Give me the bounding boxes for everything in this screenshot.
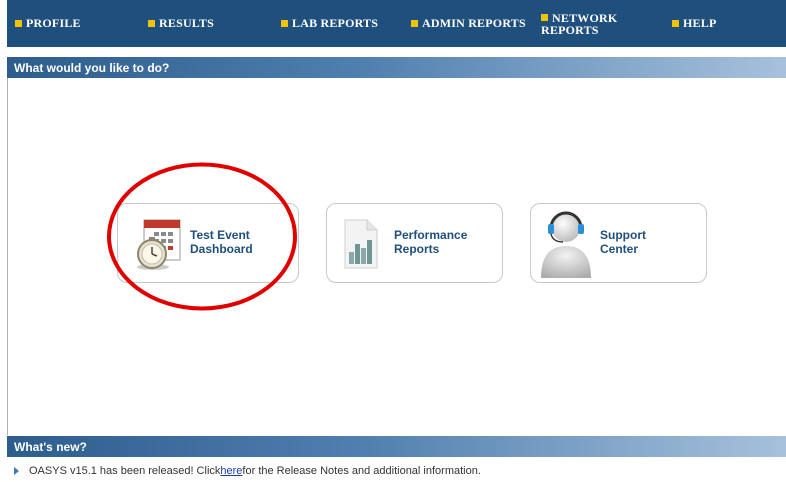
nav-lab-reports[interactable]: LAB REPORTS	[281, 0, 378, 47]
bullet-icon	[672, 20, 679, 27]
nav-profile-label: PROFILE	[26, 16, 81, 30]
nav-help-label: HELP	[683, 16, 717, 30]
performance-reports-label: Performance Reports	[394, 228, 468, 256]
bullet-icon	[411, 20, 418, 27]
nav-results-label: RESULTS	[159, 16, 214, 30]
highlight-annotation-ellipse	[107, 162, 297, 311]
bar-chart-document-icon	[344, 219, 378, 269]
nav-profile[interactable]: PROFILE	[15, 0, 81, 47]
support-center-label: Support Center	[600, 228, 646, 256]
bullet-icon	[15, 20, 22, 27]
news-item: OASYS v15.1 has been released! Click her…	[14, 462, 481, 480]
nav-help[interactable]: HELP	[672, 0, 716, 47]
nav-results[interactable]: RESULTS	[148, 0, 214, 47]
headset-user-icon	[541, 211, 591, 278]
nav-admin-reports-label: ADMIN REPORTS	[422, 16, 526, 30]
section-title-whats-new: What's new?	[14, 439, 87, 454]
support-center-tile[interactable]: Support Center	[530, 203, 707, 283]
section-header-whats-new: What's new?	[7, 436, 786, 457]
release-notes-link[interactable]: here	[220, 465, 242, 477]
news-text-before: OASYS v15.1 has been released! Click	[29, 465, 221, 477]
section-title-what-to-do: What would you like to do?	[14, 60, 170, 75]
nav-network-reports[interactable]: NETWORK REPORTS	[541, 0, 617, 47]
nav-network-reports-line1: NETWORK	[552, 10, 618, 25]
nav-network-reports-line2: REPORTS	[541, 22, 599, 37]
nav-admin-reports[interactable]: ADMIN REPORTS	[411, 0, 526, 47]
bullet-arrow-icon	[14, 467, 19, 475]
news-text-after: for the Release Notes and additional inf…	[242, 465, 481, 477]
performance-reports-tile[interactable]: Performance Reports	[326, 203, 503, 283]
nav-lab-reports-label: LAB REPORTS	[292, 16, 379, 30]
bullet-icon	[148, 20, 155, 27]
bullet-icon	[541, 14, 548, 21]
bullet-icon	[281, 20, 288, 27]
section-header-what-to-do: What would you like to do?	[7, 57, 786, 78]
top-navigation: PROFILE RESULTS LAB REPORTS ADMIN REPORT…	[7, 0, 786, 47]
